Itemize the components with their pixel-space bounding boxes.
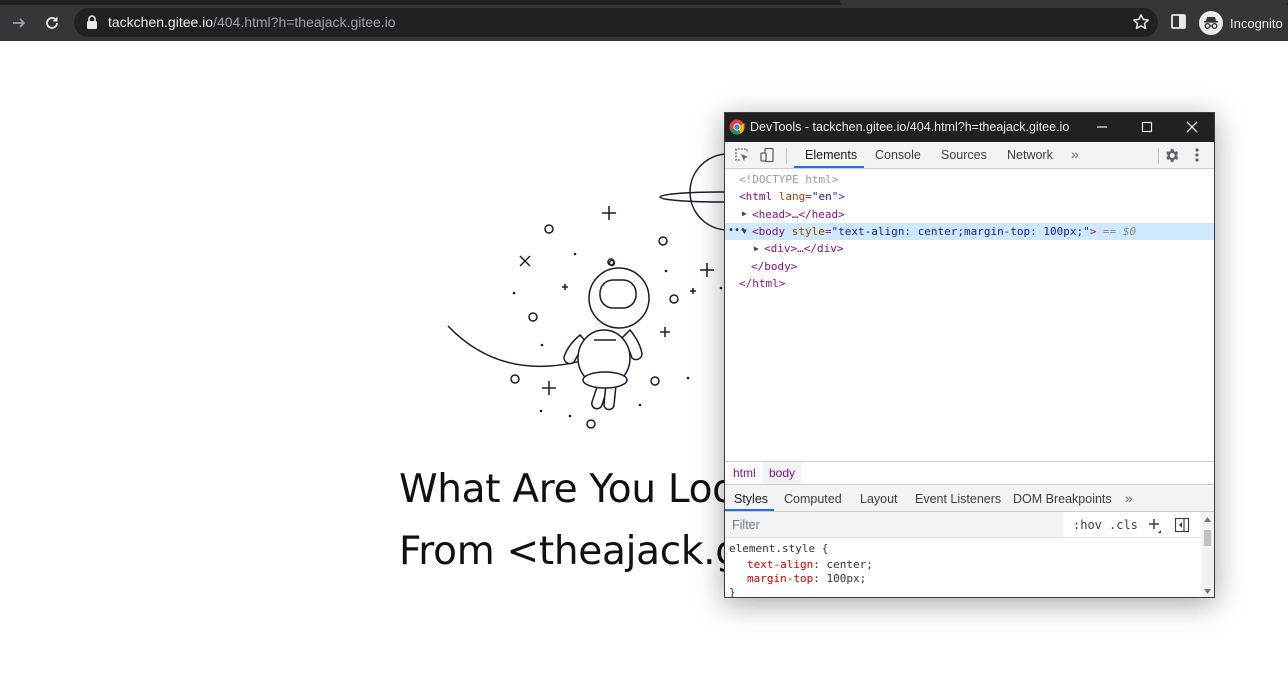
styles-filter-bar: Filter :hov .cls	[725, 512, 1214, 538]
address-bar[interactable]: tackchen.gitee.io/404.html?h=theajack.gi…	[74, 8, 1158, 37]
maximize-icon	[1141, 121, 1153, 133]
tab-console[interactable]: Console	[875, 148, 921, 162]
style-prop-margin-top[interactable]: margin-top: 100px;	[747, 570, 866, 587]
dom-body-attr-value: "text-align: center;margin-top: 100px;"	[831, 225, 1090, 238]
dom-html-attr-value: "en"	[811, 190, 839, 203]
tab-network[interactable]: Network	[1007, 148, 1053, 162]
tab-sources[interactable]: Sources	[941, 148, 987, 162]
maximize-button[interactable]	[1137, 118, 1157, 136]
dom-equals: =	[824, 225, 832, 238]
prop-name: margin-top	[747, 572, 814, 585]
browser-toolbar: tackchen.gitee.io/404.html?h=theajack.gi…	[0, 5, 1288, 41]
reload-button[interactable]	[38, 9, 66, 37]
minimize-icon	[1097, 126, 1107, 128]
rule-close: }	[729, 586, 736, 598]
dom-html-tag: <html	[739, 190, 773, 203]
toolbar-divider	[786, 148, 787, 164]
prop-colon: :	[813, 572, 827, 585]
tab-styles[interactable]: Styles	[734, 492, 768, 506]
inspect-element-icon[interactable]	[734, 147, 750, 163]
styles-rules[interactable]: element.style { text-align: center; marg…	[725, 538, 1203, 598]
devtools-main-tabs: Elements Console Sources Network »	[725, 142, 1214, 169]
url-path: /404.html?h=theajack.gitee.io	[213, 14, 396, 30]
close-button[interactable]	[1182, 118, 1202, 136]
gear-icon[interactable]	[1163, 147, 1180, 164]
expand-triangle-icon[interactable]: ▶	[742, 209, 747, 218]
add-rule-icon[interactable]	[1148, 518, 1164, 534]
astronaut-illustration	[447, 153, 760, 429]
dom-html-close-bracket: >	[838, 190, 845, 203]
breadcrumb-body[interactable]: body	[763, 462, 802, 484]
close-icon	[1186, 121, 1198, 133]
more-tabs-button[interactable]: »	[1071, 146, 1079, 162]
scroll-up-icon[interactable]	[1204, 517, 1211, 522]
dom-head[interactable]: <head>…</head>	[752, 206, 845, 223]
tab-layout[interactable]: Layout	[860, 492, 898, 506]
minimize-button[interactable]	[1092, 118, 1112, 136]
tab-dom-breakpoints[interactable]: DOM Breakpoints	[1013, 492, 1112, 506]
collapse-triangle-icon[interactable]: ▼	[742, 227, 747, 236]
cls-toggle[interactable]: .cls	[1109, 518, 1138, 532]
scroll-down-icon[interactable]	[1204, 589, 1211, 594]
expand-triangle-icon[interactable]: ▶	[754, 244, 759, 253]
devtools-title: DevTools - tackchen.gitee.io/404.html?h=…	[750, 120, 1070, 134]
dom-tree[interactable]: <!DOCTYPE html> <html lang="en"> ▶ <head…	[725, 169, 1214, 461]
dom-div[interactable]: <div>…</div>	[764, 240, 843, 257]
arrow-right-icon	[13, 18, 26, 28]
devtools-window: DevTools - tackchen.gitee.io/404.html?h=…	[724, 112, 1215, 598]
dom-doctype[interactable]: <!DOCTYPE html>	[739, 171, 838, 188]
incognito-profile-button[interactable]: Incognito	[1199, 10, 1283, 36]
toggle-sidebar-icon[interactable]	[1174, 517, 1190, 533]
url-text[interactable]: tackchen.gitee.io/404.html?h=theajack.gi…	[108, 14, 396, 30]
dom-body-close[interactable]: </body>	[751, 258, 797, 275]
hov-toggle[interactable]: :hov	[1073, 518, 1102, 532]
tab-elements[interactable]: Elements	[805, 148, 857, 162]
dom-body-open[interactable]: <body style="text-align: center;margin-t…	[752, 223, 1136, 240]
breadcrumb: html body	[725, 461, 1214, 485]
dom-equals: =	[805, 190, 812, 203]
incognito-label: Incognito	[1230, 15, 1283, 31]
breadcrumb-html[interactable]: html	[733, 466, 756, 480]
scrollbar-thumb[interactable]	[1204, 530, 1211, 546]
dom-html-open[interactable]: <html lang="en">	[739, 188, 845, 205]
more-style-tabs-button[interactable]: »	[1125, 490, 1133, 506]
toolbar-divider	[1158, 148, 1159, 164]
active-style-tab-indicator	[725, 509, 774, 511]
lock-icon[interactable]	[86, 15, 98, 29]
dom-body-tag: <body	[752, 225, 786, 238]
devtools-titlebar[interactable]: DevTools - tackchen.gitee.io/404.html?h=…	[725, 113, 1214, 142]
dom-body-close-bracket: >	[1089, 225, 1097, 238]
filter-input[interactable]: Filter	[725, 512, 1063, 537]
forward-button[interactable]	[5, 9, 33, 37]
styles-pane-tabs: Styles Computed Layout Event Listeners D…	[725, 485, 1214, 512]
page-heading-line1: What Are You Loo	[399, 467, 736, 512]
side-panel-icon[interactable]	[1170, 13, 1188, 31]
prop-value: 100px;	[826, 572, 867, 585]
reload-icon	[46, 17, 58, 29]
dom-html-close[interactable]: </html>	[739, 275, 785, 292]
active-tab-indicator	[794, 166, 864, 168]
incognito-icon	[1199, 11, 1223, 35]
dom-body-attr-name: style	[791, 225, 825, 238]
device-toolbar-icon[interactable]	[759, 147, 775, 163]
styles-scrollbar[interactable]	[1201, 512, 1214, 597]
url-domain: tackchen.gitee.io	[108, 14, 214, 30]
rule-selector[interactable]: element.style {	[729, 540, 828, 557]
tab-computed[interactable]: Computed	[784, 492, 842, 506]
kebab-menu-icon[interactable]	[1194, 147, 1200, 163]
dom-html-attr-name: lang	[778, 190, 806, 203]
chrome-logo-icon	[729, 119, 745, 135]
page-heading-line2: From <theajack.g	[399, 529, 740, 574]
bookmark-star-icon[interactable]	[1132, 13, 1150, 31]
tab-event-listeners[interactable]: Event Listeners	[915, 492, 1001, 506]
selected-node-marker: == $0	[1103, 225, 1137, 238]
